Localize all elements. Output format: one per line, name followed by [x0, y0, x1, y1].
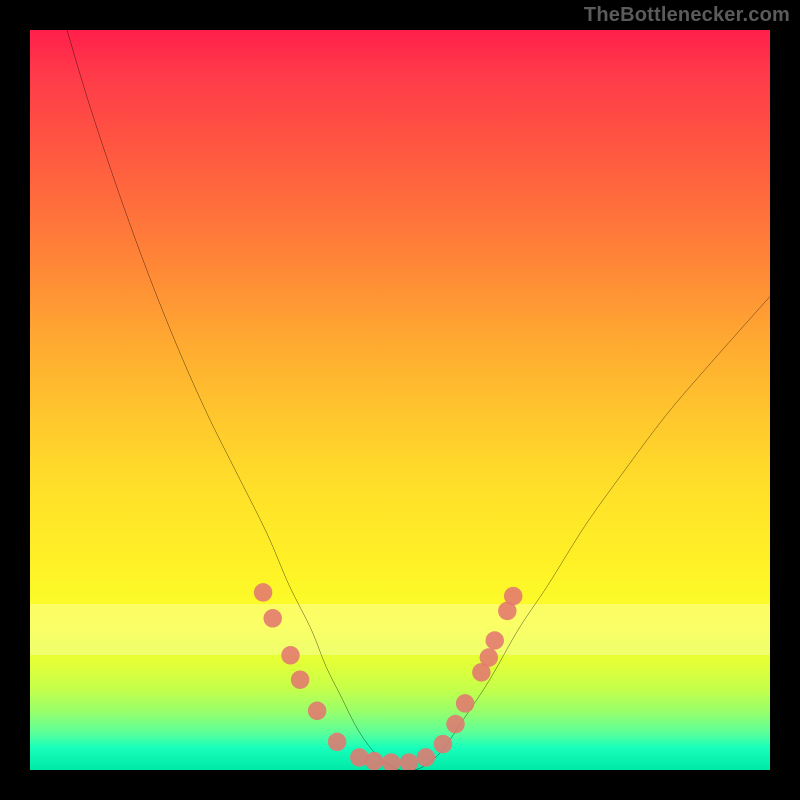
- plot-area: [30, 30, 770, 770]
- marker-dot: [417, 748, 436, 767]
- marker-dot: [365, 752, 384, 770]
- marker-dot: [446, 715, 465, 734]
- marker-dot: [263, 609, 282, 628]
- marker-dot: [254, 583, 273, 602]
- curve-svg: [30, 30, 770, 770]
- marker-dot: [485, 631, 504, 650]
- marker-dot: [504, 587, 523, 606]
- marker-dot: [281, 646, 300, 665]
- marker-dot: [480, 648, 499, 667]
- marker-dot: [456, 694, 475, 713]
- marker-dot: [291, 670, 310, 689]
- marker-dot: [308, 702, 327, 721]
- chart-frame: TheBottlenecker.com: [0, 0, 800, 800]
- marker-dot: [382, 753, 401, 770]
- bottleneck-curve-path: [67, 30, 770, 770]
- marker-dot: [328, 733, 347, 752]
- marker-dot: [434, 735, 453, 754]
- marker-dot: [400, 753, 419, 770]
- marker-group: [254, 583, 523, 770]
- attribution-text: TheBottlenecker.com: [584, 4, 790, 27]
